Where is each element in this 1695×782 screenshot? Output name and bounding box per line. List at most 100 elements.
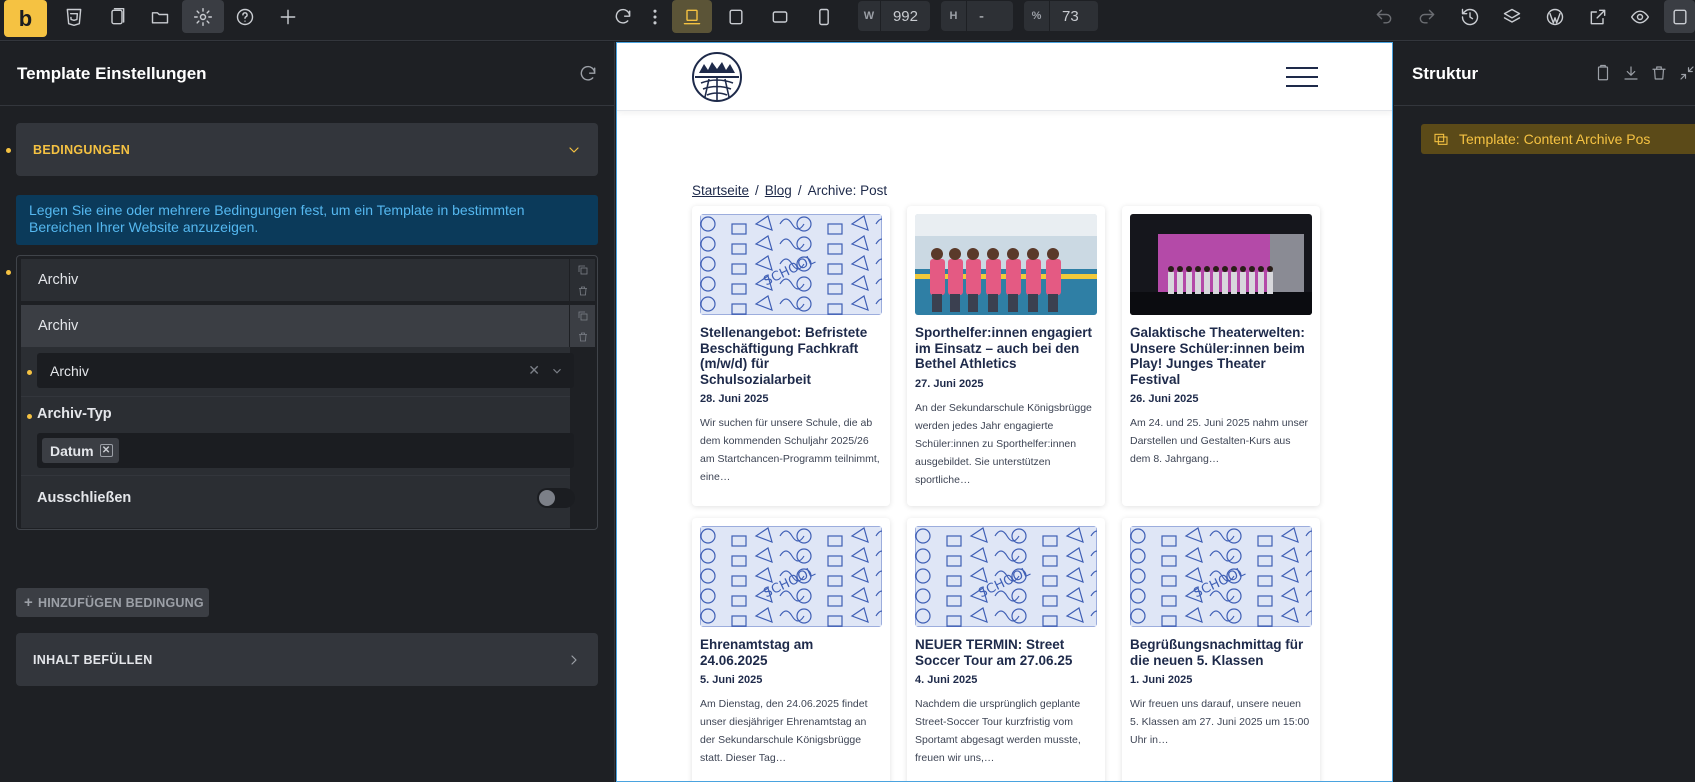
- repeater-indicator-dot: [6, 270, 11, 275]
- delete-icon[interactable]: [577, 285, 589, 297]
- breadcrumb-home[interactable]: Startseite: [692, 183, 749, 198]
- exclude-label: Ausschließen: [37, 490, 132, 506]
- remove-tag-icon[interactable]: ✕: [99, 444, 113, 457]
- duplicate-icon[interactable]: [577, 264, 589, 276]
- structure-template-item[interactable]: Template: Content Archive Pos: [1421, 124, 1695, 154]
- preview-canvas: Startseite / Blog / Archive: Post SCHOOL Stel…: [616, 42, 1393, 782]
- mobile-icon[interactable]: [806, 0, 842, 33]
- post-thumbnail[interactable]: SCHOOL: [915, 526, 1097, 627]
- undo-icon[interactable]: [1366, 0, 1402, 33]
- tablet-portrait-icon[interactable]: [762, 0, 798, 33]
- clear-icon[interactable]: ✕: [528, 362, 540, 379]
- clipboard-icon[interactable]: [1594, 64, 1612, 82]
- post-title[interactable]: Galaktische Theaterwelten: Unsere Schüle…: [1130, 325, 1312, 387]
- post-card[interactable]: SCHOOL Begrüßungsnachmittag für die neuen…: [1122, 518, 1320, 781]
- condition-row-label: Archiv: [38, 318, 79, 334]
- archive-type-tag: Datum ✕: [42, 438, 119, 463]
- settings-gear-icon[interactable]: [182, 0, 224, 33]
- structure-actions: [1594, 64, 1695, 82]
- post-excerpt: Am Dienstag, den 24.06.2025 findet unser…: [700, 698, 868, 764]
- builder-logo[interactable]: b: [4, 0, 47, 37]
- height-value[interactable]: -: [967, 8, 996, 25]
- post-card[interactable]: Galaktische Theaterwelten: Unsere Schüle…: [1122, 206, 1320, 506]
- conditions-repeater: Archiv Archiv Archiv ✕ Archiv-Typ Datum …: [16, 255, 598, 530]
- add-condition-button[interactable]: + HINZUFÜGEN BEDINGUNG: [16, 588, 209, 617]
- pages-icon[interactable]: [99, 0, 135, 33]
- post-date: 28. Juni 2025: [700, 393, 769, 405]
- chevron-down-icon[interactable]: [550, 364, 564, 378]
- field-indicator-dot: [27, 370, 32, 375]
- help-icon[interactable]: [227, 0, 263, 33]
- width-label: W: [858, 1, 881, 31]
- redo-icon[interactable]: [1409, 0, 1445, 33]
- archive-type-tag-label: Datum: [50, 442, 94, 459]
- download-icon[interactable]: [1622, 64, 1640, 82]
- zoom-field[interactable]: % 73: [1024, 1, 1098, 31]
- post-thumbnail[interactable]: SCHOOL: [700, 526, 882, 627]
- post-excerpt: Am 24. und 25. Juni 2025 nahm unser Dars…: [1130, 417, 1309, 465]
- tablet-landscape-icon[interactable]: [718, 0, 754, 33]
- post-excerpt: Wir suchen für unsere Schule, die ab dem…: [700, 417, 880, 483]
- height-label: H: [941, 1, 967, 31]
- wordpress-icon[interactable]: [1537, 0, 1573, 33]
- archive-type-multiselect[interactable]: Datum ✕: [37, 433, 574, 468]
- folder-icon[interactable]: [142, 0, 178, 33]
- site-header: [617, 43, 1392, 111]
- condition-row-collapsed[interactable]: Archiv: [21, 259, 570, 301]
- post-title[interactable]: Begrüßungsnachmittag für die neuen 5. Kl…: [1130, 637, 1312, 668]
- post-title[interactable]: Sporthelfer:innen engagiert im Einsatz –…: [915, 325, 1097, 372]
- preview-eye-icon[interactable]: [1622, 0, 1658, 33]
- post-title[interactable]: Stellenangebot: Befristete Beschäftigung…: [700, 325, 882, 387]
- conditions-info: Legen Sie eine oder mehrere Bedingungen …: [16, 195, 598, 245]
- zoom-value[interactable]: 73: [1050, 8, 1091, 25]
- post-thumbnail[interactable]: [1130, 214, 1312, 315]
- refresh-icon[interactable]: [605, 0, 641, 33]
- post-thumbnail[interactable]: [915, 214, 1097, 315]
- trash-icon[interactable]: [1650, 64, 1668, 82]
- condition-row-expanded[interactable]: Archiv: [21, 305, 570, 347]
- menu-hamburger-icon[interactable]: [1286, 67, 1318, 87]
- post-card[interactable]: SCHOOL Ehrenamtstag am 24.06.2025 5. Juni …: [692, 518, 890, 781]
- conditions-accordion[interactable]: BEDINGUNGEN: [16, 123, 598, 176]
- panel-title: Template Einstellungen: [17, 63, 207, 83]
- doodle-image: SCHOOL: [700, 214, 882, 315]
- structure-panel-icon[interactable]: [1664, 0, 1695, 33]
- zoom-label: %: [1024, 1, 1050, 31]
- post-title[interactable]: Ehrenamtstag am 24.06.2025: [700, 637, 882, 668]
- plus-icon: +: [24, 594, 33, 611]
- desktop-breakpoint-icon[interactable]: [672, 0, 712, 33]
- template-icon: [1434, 133, 1448, 145]
- width-field[interactable]: W 992: [858, 1, 930, 31]
- post-card[interactable]: Sporthelfer:innen engagiert im Einsatz –…: [907, 206, 1105, 506]
- reset-icon[interactable]: [578, 64, 598, 84]
- condition-type-select[interactable]: Archiv ✕: [37, 353, 574, 388]
- html5-icon[interactable]: [56, 0, 92, 33]
- archive-type-label: Archiv-Typ: [37, 406, 112, 422]
- post-date: 27. Juni 2025: [915, 377, 984, 390]
- external-link-icon[interactable]: [1580, 0, 1616, 33]
- layers-icon[interactable]: [1494, 0, 1530, 33]
- left-panel-header: Template Einstellungen: [0, 42, 614, 106]
- doodle-image: SCHOOL: [1130, 526, 1312, 627]
- post-title[interactable]: NEUER TERMIN: Street Soccer Tour am 27.0…: [915, 637, 1097, 668]
- post-thumbnail[interactable]: SCHOOL: [700, 214, 882, 315]
- height-field[interactable]: H-: [941, 1, 1013, 31]
- more-vertical-icon[interactable]: [645, 0, 665, 33]
- post-thumbnail[interactable]: SCHOOL: [1130, 526, 1312, 627]
- post-card[interactable]: SCHOOL Stellenangebot: Befristete Beschäf…: [692, 206, 890, 506]
- fill-content-accordion[interactable]: INHALT BEFÜLLEN: [16, 633, 598, 686]
- post-date: 5. Juni 2025: [700, 674, 763, 686]
- add-icon[interactable]: [270, 0, 306, 33]
- school-logo[interactable]: [691, 51, 743, 103]
- exclude-toggle[interactable]: [537, 488, 575, 508]
- duplicate-icon[interactable]: [577, 310, 589, 322]
- history-icon[interactable]: [1452, 0, 1488, 33]
- post-excerpt: An der Sekundarschule Königsbrügge werde…: [915, 401, 1092, 486]
- width-value[interactable]: 992: [881, 8, 930, 25]
- breadcrumb-blog[interactable]: Blog: [765, 183, 792, 198]
- post-date: 4. Juni 2025: [915, 674, 978, 686]
- delete-icon[interactable]: [577, 331, 589, 343]
- post-card[interactable]: SCHOOL NEUER TERMIN: Street Soccer Tour a…: [907, 518, 1105, 781]
- collapse-icon[interactable]: [1678, 64, 1695, 82]
- post-date: 1. Juni 2025: [1130, 674, 1193, 686]
